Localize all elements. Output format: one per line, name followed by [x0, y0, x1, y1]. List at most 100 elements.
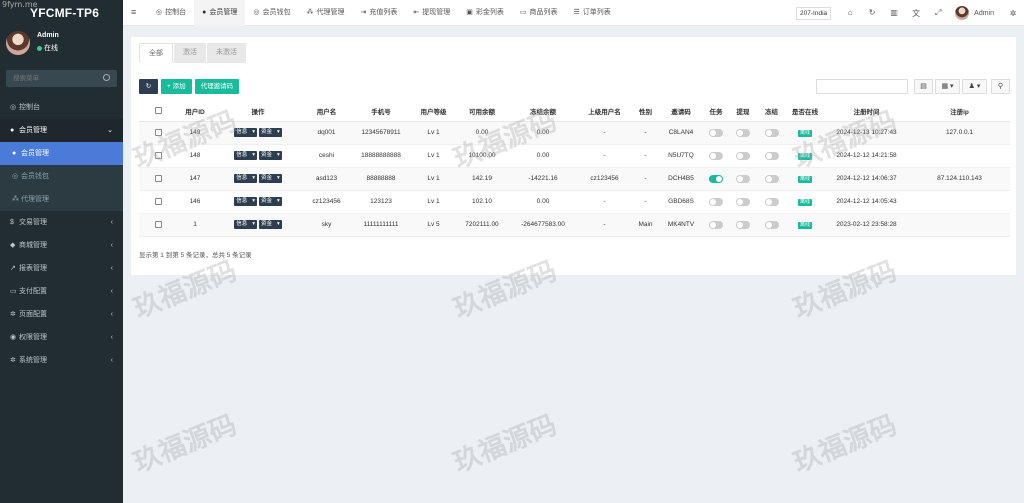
toggle-button[interactable]: ♟ ▾	[962, 79, 987, 94]
freeze-toggle[interactable]	[764, 151, 779, 160]
settings-icon[interactable]: ✲	[1002, 9, 1024, 18]
sidebar-item-9[interactable]: ✲ 页面配置 ‹	[0, 303, 123, 326]
sidebar-search-input[interactable]	[6, 70, 106, 87]
sidebar-item-10[interactable]: ◉ 权限管理 ‹	[0, 326, 123, 349]
tab-active[interactable]: 激活	[174, 43, 206, 63]
chevron-left-icon: ‹	[110, 265, 113, 272]
nav-tab-2[interactable]: ◎ 会员钱包	[245, 0, 298, 26]
wallet-icon: ◎	[253, 9, 260, 16]
freeze-toggle[interactable]	[764, 128, 779, 137]
user-id-cell: 146	[177, 190, 213, 214]
fund-dropdown-button[interactable]: 资金 ▾	[259, 128, 282, 137]
sidebar-item-1[interactable]: ● 会员管理 ⌄	[0, 119, 123, 142]
task-toggle[interactable]	[709, 220, 723, 229]
fund-dropdown-button[interactable]: 资金 ▾	[259, 220, 282, 229]
column-header-11: 任务	[703, 101, 729, 122]
info-dropdown-button[interactable]: 信息 ▾	[234, 174, 257, 183]
row-select-cell	[139, 167, 177, 191]
withdraw-toggle[interactable]	[736, 151, 750, 160]
chevron-left-icon: ‹	[110, 242, 113, 249]
sidebar-item-6[interactable]: ◆ 商城管理 ‹	[0, 234, 123, 257]
avatar[interactable]	[955, 6, 970, 20]
task-toggle[interactable]	[709, 128, 723, 137]
search-icon[interactable]	[103, 74, 110, 81]
withdraw-toggle[interactable]	[736, 174, 750, 183]
sidebar-item-3[interactable]: ◎ 会员钱包	[0, 165, 123, 188]
column-header-0[interactable]	[139, 101, 177, 122]
register-time-cell: 2023-02-12 23:58:28	[824, 213, 909, 237]
fullscreen-icon[interactable]: ⤢	[927, 8, 949, 19]
row-checkbox[interactable]	[154, 197, 162, 205]
level-cell: Lv 1	[412, 144, 455, 168]
online-cell: 离线	[786, 121, 824, 145]
freeze-toggle[interactable]	[764, 220, 779, 229]
search-button[interactable]: ⚲	[991, 79, 1010, 94]
task-toggle[interactable]	[709, 151, 723, 160]
table-row: 147 信息 ▾ 资金 ▾ asd123 88888888 Lv 1 142.19 -14221.…	[139, 167, 1010, 191]
nav-tab-label: 提现管理	[422, 9, 451, 16]
menu-toggle-icon[interactable]: ≡	[131, 7, 136, 17]
nav-tab-0[interactable]: ◎ 控制台	[148, 0, 194, 26]
info-dropdown-button[interactable]: 信息 ▾	[234, 197, 257, 206]
avatar	[6, 31, 30, 55]
agent-invite-button[interactable]: 代理邀请码	[194, 79, 240, 94]
language-icon[interactable]: 文	[905, 8, 927, 19]
fund-label: 资金	[261, 129, 273, 135]
table-search-input[interactable]	[816, 79, 908, 94]
withdraw-toggle[interactable]	[736, 197, 750, 206]
sidebar-item-11[interactable]: ✲ 系统管理 ‹	[0, 349, 123, 372]
nav-tab-6[interactable]: ▣ 彩金列表	[458, 0, 512, 26]
invite-code-cell: MK4NTV	[659, 213, 703, 237]
refresh-button[interactable]: ↻	[139, 79, 158, 94]
freeze-toggle[interactable]	[764, 174, 779, 183]
register-time-cell: 2024-12-13 10:27:43	[824, 121, 909, 145]
sidebar-item-8[interactable]: ▭ 支付配置 ‹	[0, 280, 123, 303]
fund-dropdown-button[interactable]: 资金 ▾	[259, 197, 282, 206]
row-checkbox[interactable]	[154, 174, 162, 182]
refresh-icon[interactable]: ↻	[861, 8, 883, 19]
task-toggle[interactable]	[709, 174, 723, 183]
nav-tab-label: 商品列表	[529, 9, 558, 16]
info-dropdown-button[interactable]: 信息 ▾	[234, 220, 257, 229]
tab-all[interactable]: 全部	[139, 43, 173, 63]
info-dropdown-button[interactable]: 信息 ▾	[234, 151, 257, 160]
fund-dropdown-button[interactable]: 资金 ▾	[259, 151, 282, 160]
dollar-icon: $	[10, 219, 14, 226]
sidebar-item-5[interactable]: $ 交易管理 ‹	[0, 211, 123, 234]
admin-menu[interactable]: Admin	[974, 10, 994, 17]
select-all-checkbox[interactable]	[154, 107, 162, 115]
sidebar-item-0[interactable]: ◎ 控制台	[0, 96, 123, 119]
region-select[interactable]: 207-India	[796, 6, 832, 20]
sidebar-item-7[interactable]: ↗ 报表管理 ‹	[0, 257, 123, 280]
nav-tab-7[interactable]: ▭ 商品列表	[512, 0, 566, 26]
row-checkbox[interactable]	[154, 128, 162, 136]
freeze-toggle[interactable]	[764, 197, 779, 206]
nav-tab-5[interactable]: ⇤ 提现管理	[405, 0, 458, 26]
sidebar-item-4[interactable]: ⁂ 代理管理	[0, 188, 123, 211]
row-checkbox[interactable]	[154, 151, 162, 159]
freeze-cell	[757, 167, 786, 191]
fund-dropdown-button[interactable]: 资金 ▾	[259, 174, 282, 183]
tab-inactive[interactable]: 未激活	[207, 43, 246, 63]
operations-cell: 信息 ▾ 资金 ▾	[213, 167, 303, 191]
columns-button[interactable]: ▦ ▾	[935, 79, 960, 94]
task-toggle[interactable]	[709, 197, 723, 206]
export-button[interactable]: ▤	[914, 79, 933, 94]
nav-tab-1[interactable]: ● 会员管理	[194, 0, 246, 26]
balance-cell: 0.00	[455, 121, 509, 145]
home-icon[interactable]: ⌂	[839, 8, 861, 19]
trash-icon[interactable]: ▥	[883, 8, 905, 19]
nav-tab-8[interactable]: ☰ 订单列表	[565, 0, 618, 26]
sidebar-item-label: 交易管理	[19, 219, 47, 226]
withdraw-toggle[interactable]	[736, 220, 750, 229]
nav-tab-3[interactable]: ⁂ 代理管理	[298, 0, 352, 26]
sidebar-item-2[interactable]: ● 会员管理	[0, 142, 123, 165]
nav-tab-4[interactable]: ⇥ 充值列表	[352, 0, 405, 26]
sidebar-item-label: 页面配置	[19, 311, 47, 318]
withdraw-toggle[interactable]	[736, 128, 750, 137]
info-dropdown-button[interactable]: 信息 ▾	[234, 128, 257, 137]
add-button[interactable]: + 添加	[161, 79, 192, 94]
fund-label: 资金	[261, 198, 273, 204]
phone-cell: 123123	[350, 190, 412, 214]
row-checkbox[interactable]	[154, 220, 162, 228]
